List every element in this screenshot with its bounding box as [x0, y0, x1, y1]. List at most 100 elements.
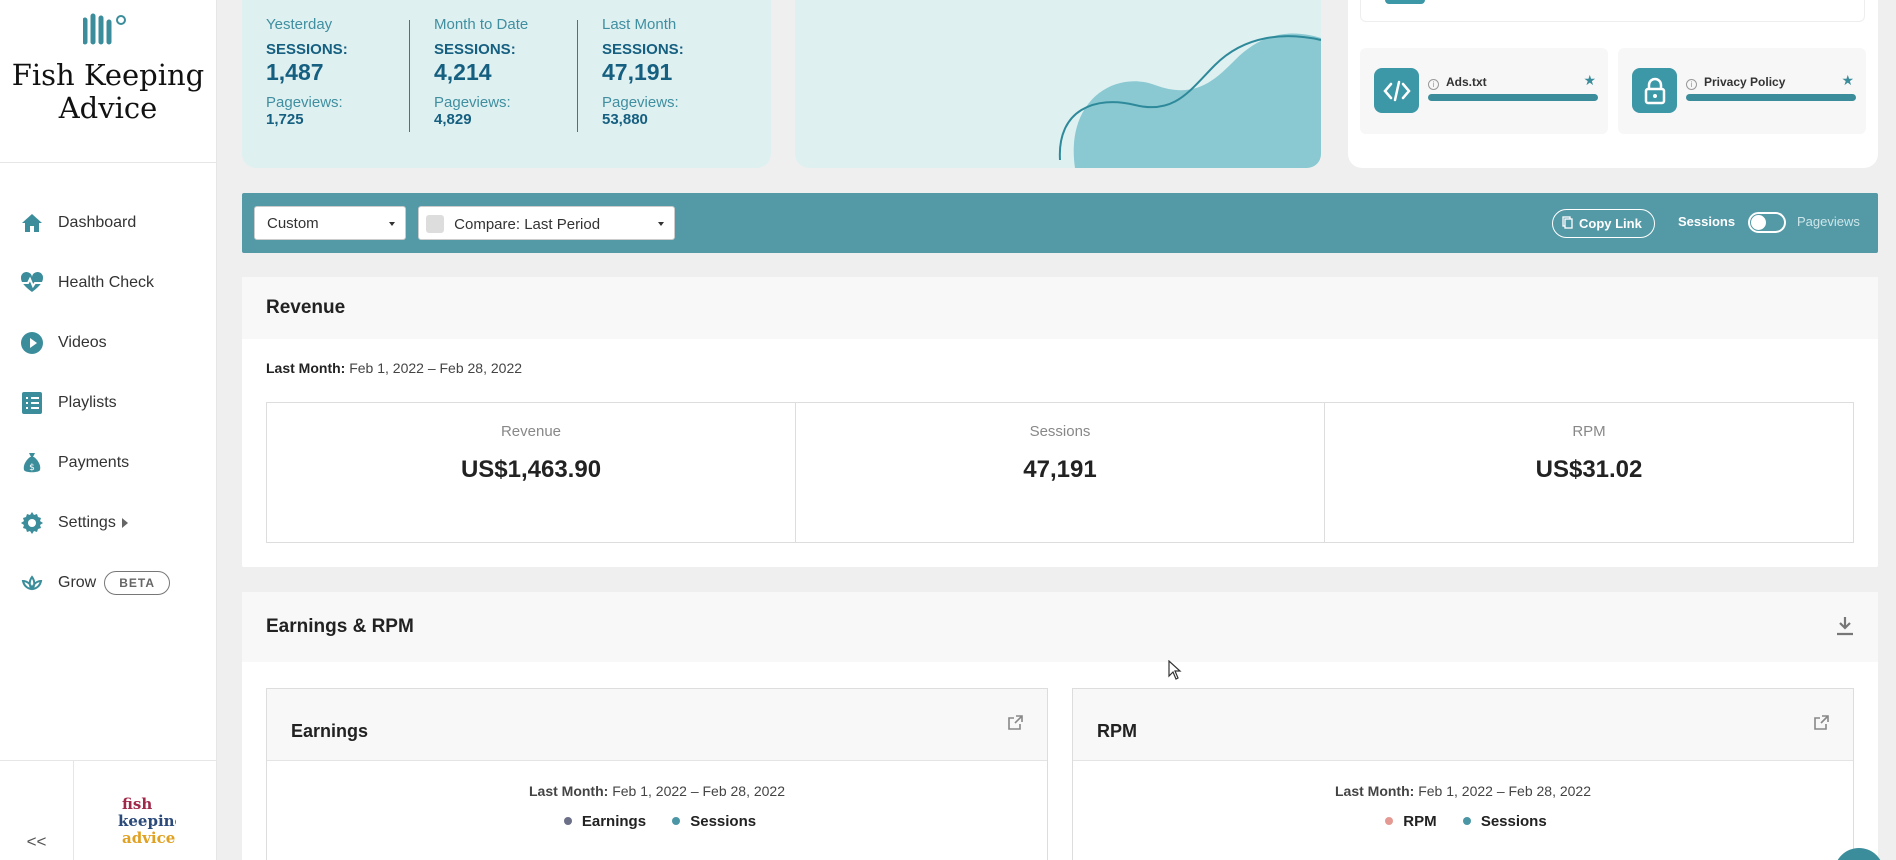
chart-title: RPM — [1097, 721, 1137, 741]
metric-label: RPM — [1572, 423, 1606, 440]
earnings-rpm-header: Earnings & RPM — [242, 592, 1878, 662]
sessions-pageviews-toggle[interactable] — [1748, 212, 1786, 233]
chart-date-range: Last Month: Feb 1, 2022 – Feb 28, 2022 — [267, 783, 1047, 799]
rpm-chart-header: RPM — [1073, 689, 1853, 761]
chart-title: Earnings — [291, 721, 369, 741]
nav-dashboard[interactable]: Dashboard — [0, 199, 216, 247]
home-icon — [20, 211, 44, 235]
stat-pageviews-value: 4,829 — [434, 111, 472, 128]
toggle-knob — [1751, 215, 1766, 230]
legend-dot — [563, 817, 572, 825]
divider — [577, 20, 578, 132]
tool-name: Ads.txt — [1446, 75, 1487, 89]
metric-sessions: Sessions 47,191 — [796, 403, 1325, 542]
metric-rpm: RPM US$31.02 — [1325, 403, 1853, 542]
stat-yesterday: Yesterday SESSIONS: 1,487 Pageviews: 1,7… — [266, 16, 426, 128]
chart-legend: Earnings Sessions — [267, 813, 1047, 830]
metric-label: Sessions — [1029, 423, 1091, 440]
stat-pageviews-value: 53,880 — [602, 111, 648, 128]
revenue-date-range: Last Month: Feb 1, 2022 – Feb 28, 2022 — [266, 360, 522, 376]
divider — [409, 20, 410, 132]
brand-logo-icon — [83, 13, 126, 45]
stat-period: Yesterday — [266, 16, 333, 33]
nav-label: Dashboard — [58, 214, 137, 231]
copy-icon — [1562, 216, 1573, 229]
legend-item-earnings[interactable]: Earnings — [558, 813, 646, 830]
svg-text:advice: advice — [122, 829, 175, 847]
compare-value: Compare: Last Period — [454, 216, 601, 233]
metric-label: Revenue — [500, 423, 562, 440]
tool-progress-bar — [1686, 94, 1856, 101]
stat-sessions-value: 1,487 — [266, 59, 324, 85]
stat-sessions-label: SESSIONS: — [602, 41, 684, 58]
stat-pageviews-label: Pageviews: — [602, 94, 679, 111]
filter-bar: Custom Compare: Last Period Copy Link Se… — [242, 193, 1878, 253]
legend-item-rpm[interactable]: RPM — [1379, 813, 1437, 830]
nav-label: Videos — [58, 334, 107, 351]
svg-text:$: $ — [29, 463, 35, 473]
copy-link-button[interactable]: Copy Link — [1552, 209, 1655, 238]
sidebar-footer: << fish keeping advice — [0, 760, 217, 860]
legend-item-sessions[interactable]: Sessions — [666, 813, 756, 830]
decorative-wave-card — [795, 0, 1321, 168]
dropdown-arrow-icon — [389, 222, 395, 226]
date-range-select[interactable]: Custom — [254, 206, 406, 240]
nav-label: Settings — [58, 514, 116, 531]
stat-sessions-label: SESSIONS: — [434, 41, 516, 58]
wave-illustration — [1058, 33, 1321, 168]
legend-label: Sessions — [690, 813, 757, 830]
play-icon — [20, 331, 44, 355]
star-icon[interactable]: ★ — [1583, 72, 1596, 89]
date-label: Last Month: — [528, 783, 609, 799]
beta-badge: BETA — [104, 571, 171, 595]
compare-select[interactable]: Compare: Last Period — [418, 206, 675, 240]
date-label: Last Month: — [266, 360, 346, 376]
rpm-chart-card: RPM Last Month: Feb 1, 2022 – Feb 28, 20… — [1072, 688, 1854, 860]
nav-health-check[interactable]: Health Check — [0, 259, 216, 307]
tool-tab-stub — [1385, 0, 1425, 4]
heartbeat-icon — [20, 271, 44, 295]
toggle-pageviews-label: Pageviews — [1797, 214, 1860, 229]
collapse-sidebar-button[interactable]: << — [0, 761, 74, 860]
stat-period: Last Month — [602, 16, 677, 33]
legend-dot — [672, 817, 681, 825]
nav-label: Health Check — [58, 274, 155, 291]
money-bag-icon: $ — [20, 451, 44, 475]
date-range-text: Feb 1, 2022 – Feb 28, 2022 — [612, 783, 786, 799]
legend-item-sessions[interactable]: Sessions — [1457, 813, 1547, 830]
info-icon[interactable]: i — [1686, 79, 1697, 90]
nav-label: Grow — [58, 574, 97, 591]
metric-value: US$1,463.90 — [460, 456, 602, 483]
nav-grow[interactable]: Grow BETA — [0, 559, 216, 607]
nav-videos[interactable]: Videos — [0, 319, 216, 367]
chart-date-range: Last Month: Feb 1, 2022 – Feb 28, 2022 — [1073, 783, 1853, 799]
download-icon[interactable] — [1836, 616, 1854, 636]
truncated-tool-row — [1360, 0, 1865, 22]
external-link-icon[interactable] — [1813, 715, 1829, 731]
traffic-summary-card: Yesterday SESSIONS: 1,487 Pageviews: 1,7… — [242, 0, 771, 168]
info-icon[interactable]: i — [1428, 79, 1439, 90]
external-link-icon[interactable] — [1007, 715, 1023, 731]
chevron-right-icon — [121, 518, 128, 528]
nav-playlists[interactable]: Playlists — [0, 379, 216, 427]
lock-icon — [1632, 68, 1677, 113]
nav-settings[interactable]: Settings — [0, 499, 216, 547]
site-logo-image: fish keeping advice — [118, 795, 176, 847]
revenue-card: Revenue Last Month: Feb 1, 2022 – Feb 28… — [242, 277, 1878, 567]
star-icon[interactable]: ★ — [1841, 72, 1854, 89]
compare-color-swatch — [426, 215, 444, 233]
revenue-title: Revenue — [242, 277, 1878, 339]
brand: Fish Keeping Advice — [0, 0, 216, 163]
gear-icon — [20, 511, 44, 535]
ads-txt-tool[interactable]: i Ads.txt ★ — [1360, 48, 1608, 134]
nav-payments[interactable]: $ Payments — [0, 439, 216, 487]
metric-value: 47,191 — [1023, 456, 1097, 483]
toggle-sessions-label: Sessions — [1678, 214, 1736, 229]
stat-sessions-label: SESSIONS: — [266, 41, 348, 58]
legend-label: Sessions — [1480, 813, 1547, 830]
main-nav: Dashboard Health Check Videos Playlists … — [0, 163, 216, 607]
privacy-policy-tool[interactable]: i Privacy Policy ★ — [1618, 48, 1866, 134]
date-range-text: Feb 1, 2022 – Feb 28, 2022 — [1418, 783, 1592, 799]
stat-month-to-date: Month to Date SESSIONS: 4,214 Pageviews:… — [434, 16, 594, 128]
earnings-rpm-card: Earnings & RPM Earnings Last Month: Feb … — [242, 592, 1878, 860]
